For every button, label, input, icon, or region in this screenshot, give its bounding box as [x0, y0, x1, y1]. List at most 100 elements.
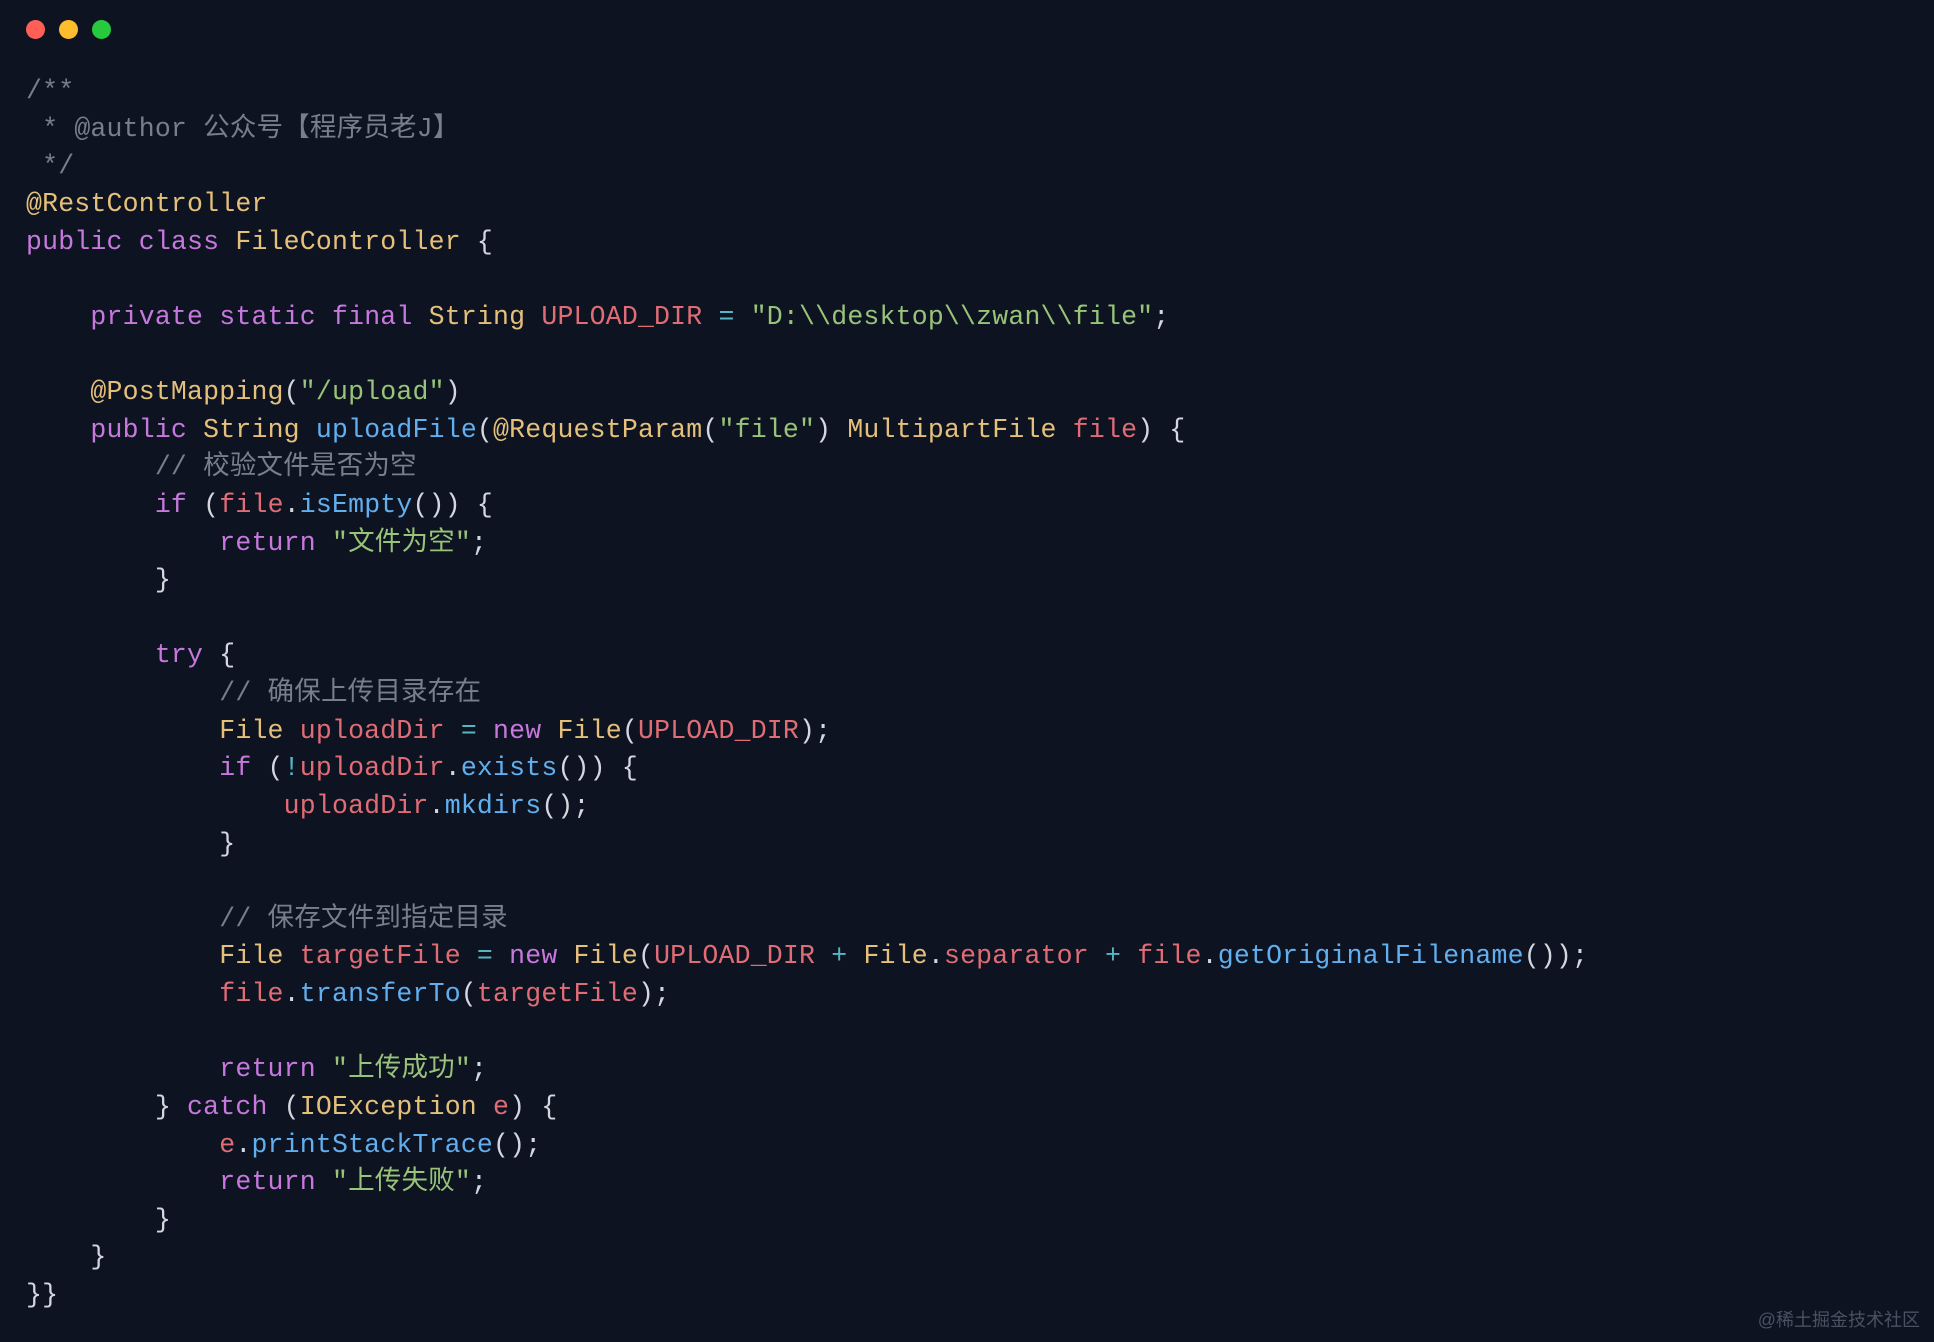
code-token: MultipartFile — [847, 415, 1056, 445]
code-line: } — [26, 826, 1908, 864]
code-editor[interactable]: /** * @author 公众号【程序员老J】 */@RestControll… — [0, 49, 1934, 1325]
code-token — [557, 941, 573, 971]
code-token: "文件为空" — [332, 528, 471, 558]
code-token — [316, 1167, 332, 1197]
code-token — [1121, 941, 1137, 971]
code-token: File — [557, 716, 621, 746]
code-token: "上传成功" — [332, 1054, 471, 1084]
code-line: return "文件为空"; — [26, 525, 1908, 563]
code-token: . — [284, 979, 300, 1009]
code-token — [316, 528, 332, 558]
code-token: // 确保上传目录存在 — [219, 678, 481, 708]
code-token: exists — [461, 753, 558, 783]
code-token: String — [429, 302, 526, 332]
code-token — [26, 640, 155, 670]
code-token: } — [26, 1205, 171, 1235]
code-line: file.transferTo(targetFile); — [26, 976, 1908, 1014]
code-token — [26, 716, 219, 746]
code-token: IOException — [300, 1092, 477, 1122]
code-token: ()); — [1524, 941, 1588, 971]
code-token: . — [284, 490, 300, 520]
code-line: if (!uploadDir.exists()) { — [26, 750, 1908, 788]
code-token: UPLOAD_DIR — [654, 941, 815, 971]
maximize-icon[interactable] — [92, 20, 111, 39]
code-token: * — [26, 114, 74, 144]
code-line — [26, 600, 1908, 638]
code-token — [26, 678, 219, 708]
code-token — [123, 227, 139, 257]
code-line — [26, 336, 1908, 374]
code-token: ( — [622, 716, 638, 746]
code-token: if — [219, 753, 251, 783]
code-token — [26, 753, 219, 783]
code-token — [26, 377, 90, 407]
code-window: /** * @author 公众号【程序员老J】 */@RestControll… — [0, 0, 1934, 1342]
code-token: (); — [541, 791, 589, 821]
code-token — [477, 1092, 493, 1122]
code-token — [26, 941, 219, 971]
code-token: String — [203, 415, 300, 445]
code-token: ); — [799, 716, 831, 746]
code-token: uploadDir — [300, 716, 445, 746]
code-token: new — [509, 941, 557, 971]
code-token: ()) { — [557, 753, 638, 783]
code-token — [316, 302, 332, 332]
code-token: 公众号【程序员老J】 — [187, 114, 460, 144]
code-token — [26, 979, 219, 1009]
code-line: return "上传失败"; — [26, 1164, 1908, 1202]
code-token — [445, 716, 461, 746]
code-token: . — [429, 791, 445, 821]
code-token: ( — [702, 415, 718, 445]
code-token: printStackTrace — [251, 1130, 493, 1160]
code-token: . — [235, 1130, 251, 1160]
code-token: getOriginalFilename — [1218, 941, 1524, 971]
code-token — [735, 302, 751, 332]
code-token: UPLOAD_DIR — [638, 716, 799, 746]
code-token: return — [219, 528, 316, 558]
code-token — [203, 302, 219, 332]
code-token: File — [863, 941, 927, 971]
code-token — [26, 302, 90, 332]
code-token: final — [332, 302, 413, 332]
code-line — [26, 261, 1908, 299]
code-line — [26, 863, 1908, 901]
code-token: ( — [477, 415, 493, 445]
code-token: ) { — [1137, 415, 1185, 445]
code-token: ; — [471, 528, 487, 558]
code-token: . — [928, 941, 944, 971]
code-token: ! — [284, 753, 300, 783]
code-token: } — [26, 1242, 107, 1272]
code-token — [26, 1167, 219, 1197]
code-token: file — [219, 979, 283, 1009]
code-token: File — [219, 941, 283, 971]
code-token: return — [219, 1167, 316, 1197]
code-token: class — [139, 227, 220, 257]
code-line: public String uploadFile(@RequestParam("… — [26, 412, 1908, 450]
code-token — [316, 1054, 332, 1084]
code-token: . — [1202, 941, 1218, 971]
code-token — [461, 941, 477, 971]
minimize-icon[interactable] — [59, 20, 78, 39]
code-line: */ — [26, 148, 1908, 186]
code-line: // 确保上传目录存在 — [26, 675, 1908, 713]
code-line: File uploadDir = new File(UPLOAD_DIR); — [26, 713, 1908, 751]
code-token: e — [219, 1130, 235, 1160]
code-token: targetFile — [477, 979, 638, 1009]
close-icon[interactable] — [26, 20, 45, 39]
code-token: isEmpty — [300, 490, 413, 520]
code-token — [284, 941, 300, 971]
code-token: public — [90, 415, 187, 445]
code-token: = — [477, 941, 493, 971]
code-token: { — [203, 640, 235, 670]
code-token: "D:\\desktop\\zwan\\file" — [751, 302, 1154, 332]
code-token: File — [219, 716, 283, 746]
code-token: = — [718, 302, 734, 332]
code-token: FileController — [235, 227, 460, 257]
code-token — [284, 716, 300, 746]
code-token: @RestController — [26, 189, 268, 219]
code-line — [26, 1014, 1908, 1052]
code-token — [815, 941, 831, 971]
code-line: File targetFile = new File(UPLOAD_DIR + … — [26, 938, 1908, 976]
code-token: @author — [74, 114, 187, 144]
code-token — [493, 941, 509, 971]
